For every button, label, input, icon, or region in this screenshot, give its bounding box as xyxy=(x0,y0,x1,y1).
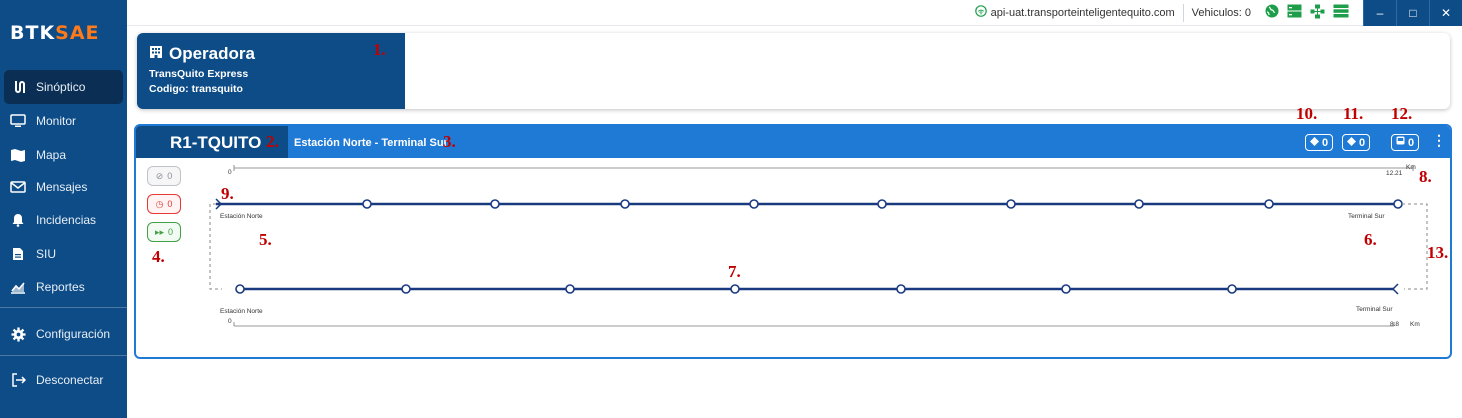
sidebar-item-incidencias[interactable]: Incidencias xyxy=(0,203,127,237)
sidebar-item-sinoptico[interactable]: Sinóptico xyxy=(4,70,123,104)
annotation-11: 11. xyxy=(1343,104,1364,123)
api-status: api-uat.transporteinteligentequito.com xyxy=(974,5,1183,20)
sidebar-item-mapa[interactable]: Mapa xyxy=(0,138,127,172)
document-icon xyxy=(0,247,36,261)
top-scale-start: 0 xyxy=(228,169,232,176)
gear-icon xyxy=(0,326,36,342)
more-menu-icon[interactable]: ⋮ xyxy=(1432,133,1446,147)
sidebar-item-monitor[interactable]: Monitor xyxy=(0,104,127,138)
monitor-icon xyxy=(0,114,36,128)
operator-code: Codigo: transquito xyxy=(149,83,243,95)
operator-card: Operadora TransQuito Express Codigo: tra… xyxy=(137,33,1450,109)
bottom-destination-label: Terminal Sur xyxy=(1356,306,1393,313)
annotation-4: 4. xyxy=(152,247,165,266)
annotation-8: 8. xyxy=(1419,167,1432,186)
bottom-scale-end: 8.8 xyxy=(1390,321,1400,328)
route-diagram xyxy=(209,165,1428,327)
operator-name: TransQuito Express xyxy=(149,68,249,80)
bottom-scale-start: 0 xyxy=(228,318,232,325)
annotation-10: 10. xyxy=(1296,104,1318,123)
annotation-13: 13. xyxy=(1427,243,1449,262)
annotation-3: 3. xyxy=(443,132,456,151)
vehicles-count: Vehiculos: 0 xyxy=(1182,3,1259,22)
annotation-2: 2. xyxy=(266,132,279,151)
route-panel: R1-TQUITO Estación Norte - Terminal Sur … xyxy=(134,124,1452,359)
server-icon[interactable] xyxy=(1287,4,1302,21)
operator-title: Operadora xyxy=(169,44,255,63)
route-header: R1-TQUITO Estación Norte - Terminal Sur … xyxy=(136,126,1450,158)
building-icon xyxy=(149,44,163,64)
sidebar-item-configuracion[interactable]: Configuración xyxy=(0,317,127,351)
count-button-a[interactable]: 0 xyxy=(1305,134,1334,151)
top-scale-end: 12.21 xyxy=(1386,170,1403,177)
route-name: Estación Norte - Terminal Sur xyxy=(294,137,448,149)
logo: BTKSAE xyxy=(10,22,100,44)
wifi-icon xyxy=(974,5,987,20)
top-destination-label: Terminal Sur xyxy=(1348,213,1385,220)
sidebar-divider xyxy=(0,307,127,308)
top-scale-unit: Km xyxy=(1406,164,1416,171)
bus-icon xyxy=(1396,136,1405,149)
globe-icon[interactable] xyxy=(1265,4,1279,21)
route-code: R1-TQUITO xyxy=(170,133,262,152)
close-button[interactable]: ✕ xyxy=(1429,0,1462,26)
diamond-icon xyxy=(1310,136,1319,149)
annotation-6: 6. xyxy=(1364,230,1377,249)
bell-icon xyxy=(0,213,36,227)
network-icon[interactable] xyxy=(1310,4,1325,22)
bottom-scale-unit: Km xyxy=(1410,321,1420,328)
annotation-12: 12. xyxy=(1391,104,1413,123)
sidebar-item-reportes[interactable]: Reportes xyxy=(0,270,127,304)
chart-icon xyxy=(0,280,36,294)
annotation-7: 7. xyxy=(728,262,741,281)
bottom-origin-label: Estación Norte xyxy=(220,308,263,315)
annotation-1: 1. xyxy=(373,40,386,59)
annotation-5: 5. xyxy=(259,230,272,249)
sidebar-item-siu[interactable]: SIU xyxy=(0,237,127,271)
sidebar-divider xyxy=(0,355,127,356)
sidebar-item-desconectar[interactable]: Desconectar xyxy=(0,363,127,397)
diamond-icon xyxy=(1347,136,1356,149)
map-icon xyxy=(0,148,36,162)
top-origin-label: Estación Norte xyxy=(220,213,263,220)
list-icon[interactable] xyxy=(1333,4,1349,21)
route-icon xyxy=(4,80,36,94)
logout-icon xyxy=(0,373,36,387)
sidebar: BTKSAE Sinóptico Monitor Mapa Mensajes I… xyxy=(0,0,127,418)
sidebar-item-mensajes[interactable]: Mensajes xyxy=(0,170,127,204)
annotation-9: 9. xyxy=(221,184,234,203)
minimize-button[interactable]: – xyxy=(1363,0,1396,26)
bus-count-button[interactable]: 0 xyxy=(1391,134,1420,151)
operator-header: Operadora TransQuito Express Codigo: tra… xyxy=(137,33,405,109)
app-window: BTKSAE Sinóptico Monitor Mapa Mensajes I… xyxy=(0,0,1462,418)
maximize-button[interactable]: □ xyxy=(1396,0,1429,26)
mail-icon xyxy=(0,180,36,194)
top-bar: api-uat.transporteinteligentequito.com V… xyxy=(127,0,1462,26)
count-button-b[interactable]: 0 xyxy=(1342,134,1371,151)
